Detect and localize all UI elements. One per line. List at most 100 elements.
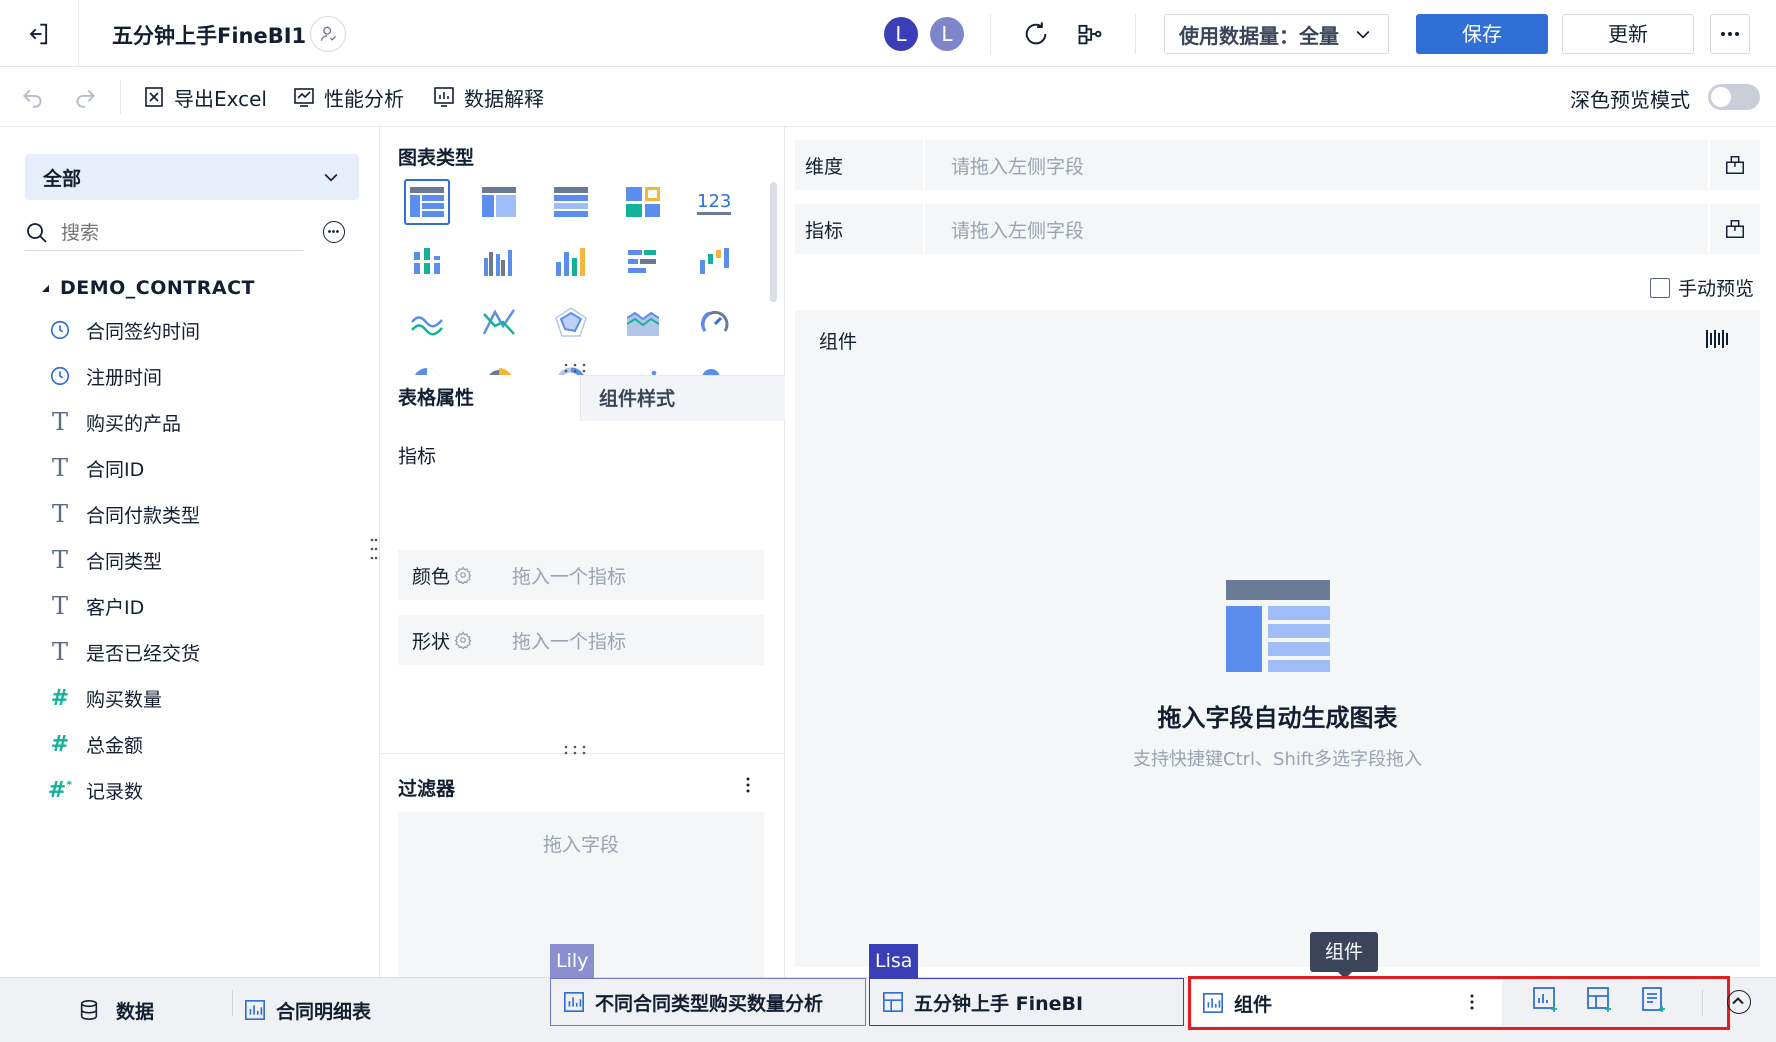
dimension-dropzone[interactable]: 请拖入左侧字段 (923, 140, 1710, 190)
refresh-button[interactable] (1022, 20, 1050, 48)
color-dropzone[interactable]: 颜色 拖入一个指标 (398, 550, 764, 600)
field-item[interactable]: # 总金额 (40, 721, 360, 767)
dark-preview-toggle[interactable] (1708, 84, 1760, 110)
shape-label: 形状 (412, 630, 451, 653)
table-name: DEMO_CONTRACT (60, 277, 256, 299)
tab-purchase-analysis[interactable]: 不同合同类型购买数量分析 (550, 978, 866, 1026)
chart-type-detail-table[interactable] (404, 179, 450, 225)
chart-type-waterfall[interactable] (692, 239, 738, 285)
chart-type-gauge[interactable] (692, 299, 738, 345)
divider (120, 80, 121, 114)
field-item[interactable]: 注册时间 (40, 353, 360, 399)
chart-type-stacked-bar[interactable] (404, 239, 450, 285)
chart-type-bar[interactable] (548, 239, 594, 285)
export-excel-label: 导出Excel (174, 86, 267, 111)
field-item[interactable]: T 客户ID (40, 583, 360, 629)
group-table-icon (482, 187, 516, 217)
more-vertical-icon (746, 777, 750, 793)
gauge-chart-icon (701, 310, 729, 332)
field-item[interactable]: T 合同付款类型 (40, 491, 360, 537)
add-report-button[interactable] (1640, 986, 1668, 1014)
chart-style-button[interactable] (1705, 328, 1729, 350)
save-button[interactable]: 保存 (1416, 14, 1548, 54)
chart-type-radar[interactable] (548, 299, 594, 345)
data-explain-label: 数据解释 (464, 86, 544, 111)
add-dashboard-button[interactable] (1586, 986, 1614, 1014)
clock-icon (40, 365, 80, 387)
chart-type-line[interactable] (404, 299, 450, 345)
panel-resize-handle[interactable] (563, 745, 587, 755)
manual-preview-checkbox[interactable]: 手动预览 (1650, 274, 1754, 301)
lineage-icon (1078, 24, 1102, 45)
dimension-settings-button[interactable] (1710, 154, 1760, 176)
more-horizontal-icon (1721, 32, 1739, 36)
text-type-icon: T (51, 592, 68, 620)
add-chart-icon (1533, 987, 1557, 1012)
chart-type-number[interactable]: 123 (692, 179, 738, 225)
filter-title: 过滤器 (398, 778, 456, 800)
field-item[interactable]: # 购买数量 (40, 675, 360, 721)
chart-type-area[interactable] (620, 299, 666, 345)
field-item[interactable]: T 是否已经交货 (40, 629, 360, 675)
export-excel-button[interactable]: 导出Excel (142, 82, 267, 112)
redo-button[interactable] (72, 84, 98, 110)
tab-component[interactable]: 组件 (1192, 980, 1502, 1026)
field-item[interactable]: T 合同类型 (40, 537, 360, 583)
chart-scrollbar[interactable] (770, 182, 777, 302)
field-item[interactable]: T 购买的产品 (40, 399, 360, 445)
more-menu-button[interactable] (1710, 14, 1750, 54)
bar-chart-icon (564, 992, 584, 1012)
chart-type-polyline[interactable] (476, 299, 522, 345)
tab-label: 不同合同类型购买数量分析 (595, 992, 824, 1015)
measure-dropzone[interactable]: 请拖入左侧字段 (923, 204, 1710, 254)
panel-resize-handle[interactable] (563, 363, 587, 373)
number-type-icon: # (50, 731, 70, 757)
data-amount-select[interactable]: 使用数据量：全量 (1164, 14, 1389, 54)
divider (78, 0, 79, 67)
search-input[interactable] (61, 221, 281, 244)
chart-type-kpi-card[interactable] (620, 179, 666, 225)
add-component-button[interactable] (1532, 986, 1560, 1014)
field-options-button[interactable] (323, 221, 345, 243)
toggle-knob (1711, 87, 1731, 107)
collaborator-tag-lily: Lily (550, 944, 595, 978)
field-label: 合同ID (86, 458, 145, 481)
undo-icon (22, 89, 42, 108)
collapse-bar-button[interactable] (1727, 990, 1751, 1014)
avatar[interactable]: L (930, 17, 964, 51)
chart-type-group-table[interactable] (476, 179, 522, 225)
field-item[interactable]: 合同签约时间 (40, 307, 360, 353)
tab-data[interactable]: 数据 (78, 987, 154, 1033)
field-item[interactable]: T 合同ID (40, 445, 360, 491)
resize-handle[interactable] (370, 537, 378, 561)
filter-more-button[interactable] (738, 775, 758, 795)
avatar[interactable]: L (884, 17, 918, 51)
performance-analysis-button[interactable]: 性能分析 (292, 82, 404, 112)
tab-component-style[interactable]: 组件样式 (580, 375, 785, 421)
tab-five-minute-finebi[interactable]: 五分钟上手 FineBI (869, 978, 1184, 1026)
shape-drop-placeholder: 拖入一个指标 (512, 630, 627, 653)
tab-contract-detail[interactable]: 合同明细表 (244, 987, 371, 1033)
shape-dropzone[interactable]: 形状 拖入一个指标 (398, 615, 764, 665)
field-label: 记录数 (86, 780, 144, 803)
undo-button[interactable] (20, 84, 46, 110)
chevron-down-icon (1356, 30, 1370, 39)
table-node[interactable]: DEMO_CONTRACT (40, 277, 255, 299)
tab-table-properties[interactable]: 表格属性 (380, 375, 580, 421)
chart-type-cross-table[interactable] (548, 179, 594, 225)
chart-type-horizontal-bar[interactable] (620, 239, 666, 285)
lineage-button[interactable] (1076, 20, 1104, 48)
tab-component-more-button[interactable] (1462, 992, 1482, 1012)
field-item[interactable]: #* 记录数 (40, 767, 360, 813)
data-explain-button[interactable]: 数据解释 (432, 82, 544, 112)
measure-settings-button[interactable] (1710, 218, 1760, 240)
radar-chart-icon (555, 307, 587, 337)
update-button[interactable]: 更新 (1562, 14, 1694, 54)
dark-preview-label: 深色预览模式 (1570, 88, 1690, 112)
chart-type-grouped-bar[interactable] (476, 239, 522, 285)
share-user-button[interactable] (310, 16, 346, 52)
back-button[interactable] (24, 20, 52, 48)
excel-icon (145, 87, 163, 107)
scope-select[interactable]: 全部 (25, 154, 359, 200)
search-box[interactable] (25, 215, 303, 251)
